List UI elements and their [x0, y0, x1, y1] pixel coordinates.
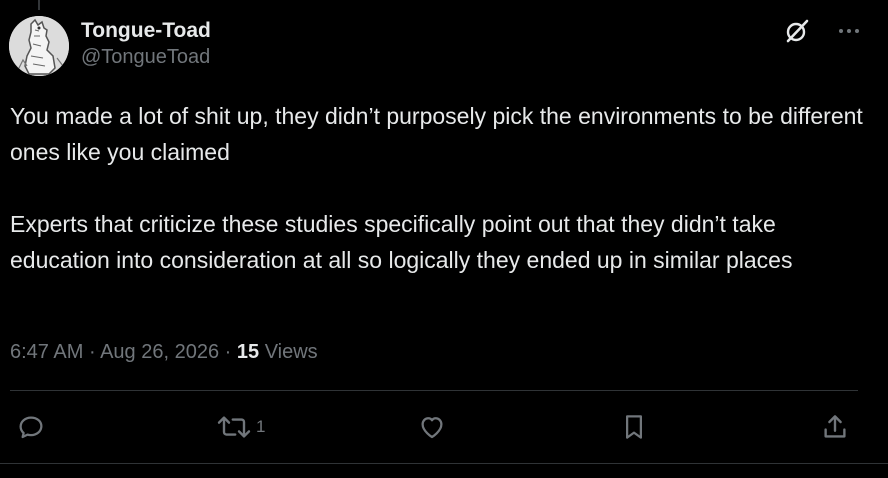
like-icon — [421, 417, 443, 439]
tweet-action-bar: 1 — [0, 405, 888, 449]
share-icon — [824, 415, 846, 438]
avatar[interactable] — [9, 16, 69, 76]
bookmark-icon — [626, 415, 642, 439]
bookmark-button[interactable] — [619, 405, 649, 449]
tweet-top-actions — [780, 14, 866, 48]
more-icon[interactable] — [832, 14, 866, 48]
author-display-name[interactable]: Tongue-Toad — [81, 18, 211, 44]
tweet-paragraph: Experts that criticize these studies spe… — [10, 211, 793, 273]
author-handle[interactable]: @TongueToad — [81, 44, 211, 70]
tweet-date[interactable]: Aug 26, 2026 — [100, 341, 219, 363]
share-button[interactable] — [820, 405, 850, 449]
meta-separator: · — [88, 341, 96, 363]
like-button[interactable] — [417, 405, 449, 449]
tweet: Tongue-Toad @TongueToad You made a lot o… — [0, 0, 888, 478]
bottom-divider — [0, 463, 888, 464]
meta-separator: · — [224, 341, 232, 363]
grok-icon[interactable] — [780, 14, 814, 48]
author-block: Tongue-Toad @TongueToad — [81, 18, 211, 70]
tweet-text: You made a lot of shit up, they didn’t p… — [10, 98, 870, 278]
views-count[interactable]: 15 — [237, 341, 259, 363]
tweet-metadata: 6:47 AM · Aug 26, 2026 · 15 Views — [10, 339, 318, 365]
tweet-paragraph: You made a lot of shit up, they didn’t p… — [10, 103, 870, 165]
retweet-button[interactable]: 1 — [214, 405, 265, 449]
retweet-count: 1 — [256, 417, 266, 436]
reply-icon — [19, 416, 43, 439]
views-label: Views — [264, 341, 318, 363]
retweet-icon — [217, 416, 251, 438]
divider — [10, 390, 858, 391]
avatar-image — [9, 16, 69, 76]
reply-button[interactable] — [16, 405, 48, 449]
tweet-time[interactable]: 6:47 AM — [10, 341, 83, 363]
